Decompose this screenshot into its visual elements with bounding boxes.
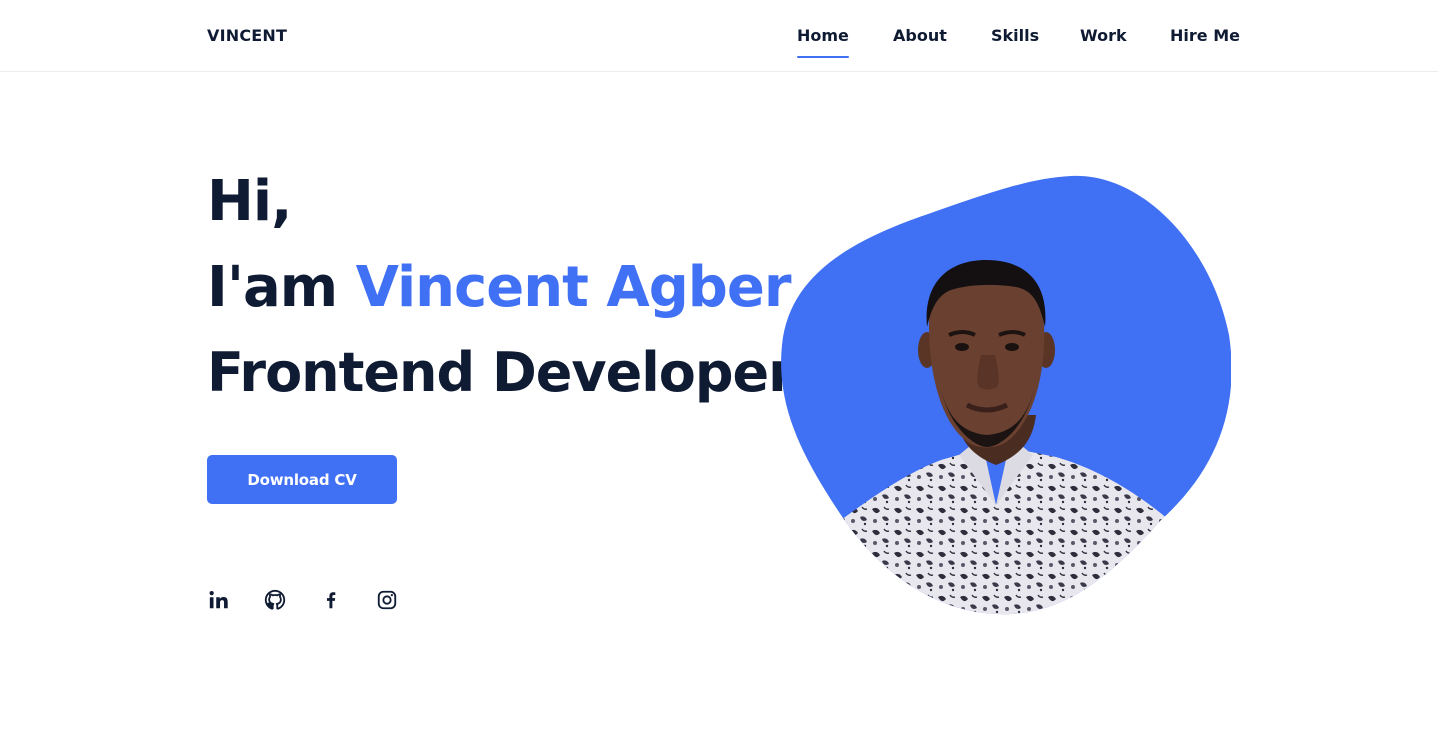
facebook-icon [326,592,336,609]
main-nav: Home About Skills Work Hire Me [0,26,1438,60]
profile-image-container [781,175,1232,615]
instagram-link[interactable] [375,588,399,612]
nav-item-work[interactable]: Work [1080,26,1127,46]
hero-greeting: Hi, [207,169,292,234]
profile-blob [781,175,1232,615]
nav-item-skills[interactable]: Skills [991,26,1039,46]
linkedin-icon [209,591,228,609]
nav-item-hire-me[interactable]: Hire Me [1170,26,1240,46]
social-links [207,588,407,612]
hero-intro-prefix: I'am [207,255,356,320]
nav-item-home[interactable]: Home [797,26,849,58]
hero-role: Frontend Developer [207,341,795,404]
hero-intro: I'am Vincent Agber [207,254,792,322]
linkedin-link[interactable] [207,588,231,612]
github-icon [264,589,286,610]
hero-name: Vincent Agber [355,255,792,320]
download-cv-button[interactable]: Download CV [207,455,397,504]
facebook-link[interactable] [319,588,343,612]
nav-item-about[interactable]: About [893,26,947,46]
github-link[interactable] [263,588,287,612]
site-header: VINCENT Home About Skills Work Hire Me [0,0,1438,72]
instagram-icon [377,590,397,610]
